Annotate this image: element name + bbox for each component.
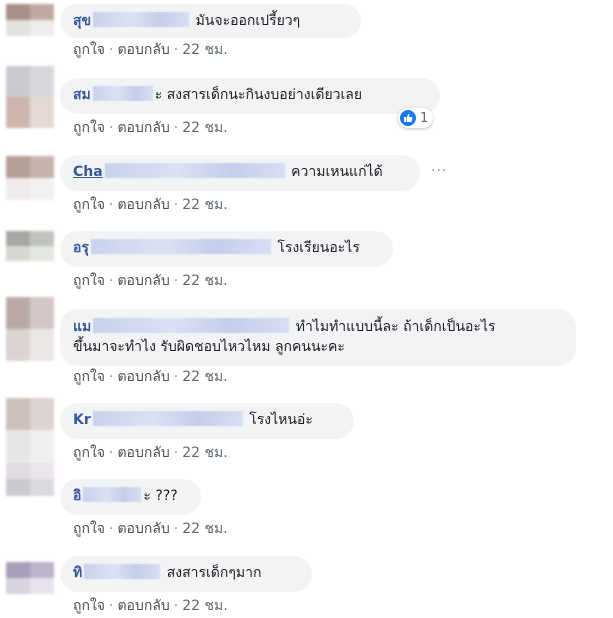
avatar[interactable] bbox=[6, 231, 54, 261]
comment-text: ทำไมทำแบบนี้ละ ถ้าเด็กเป็นอะไร bbox=[295, 319, 496, 335]
timestamp[interactable]: 22 ชม. bbox=[182, 273, 227, 289]
comment-bubble: อรุ โรงเรียนอะไร bbox=[60, 231, 393, 267]
reply-link[interactable]: ตอบกลับ bbox=[117, 42, 169, 58]
commenter-name[interactable]: สุข bbox=[73, 13, 91, 29]
reaction-count[interactable]: 1 bbox=[398, 108, 434, 128]
redacted-name bbox=[92, 86, 153, 101]
commenter-name[interactable]: ทิ bbox=[73, 565, 82, 581]
separator: · bbox=[109, 273, 114, 289]
comment-actions: ถูกใจ · ตอบกลับ · 22 ชม. bbox=[73, 520, 228, 538]
thumbs-up-icon bbox=[400, 110, 416, 126]
like-link[interactable]: ถูกใจ bbox=[73, 42, 105, 58]
like-link[interactable]: ถูกใจ bbox=[73, 197, 105, 213]
redacted-name bbox=[92, 411, 243, 426]
timestamp[interactable]: 22 ชม. bbox=[182, 42, 227, 58]
timestamp[interactable]: 22 ชม. bbox=[182, 598, 227, 614]
commenter-name[interactable]: แม bbox=[73, 319, 91, 335]
separator: · bbox=[173, 369, 179, 385]
avatar[interactable] bbox=[6, 462, 54, 496]
reaction-number: 1 bbox=[420, 110, 429, 126]
avatar[interactable] bbox=[6, 398, 54, 462]
comment-text: โรงไหนอ่ะ bbox=[249, 412, 313, 428]
reply-link[interactable]: ตอบกลับ bbox=[117, 273, 169, 289]
separator: · bbox=[109, 42, 114, 58]
comment-actions: ถูกใจ · ตอบกลับ · 22 ชม. bbox=[73, 272, 228, 290]
timestamp[interactable]: 22 ชม. bbox=[182, 369, 227, 385]
comment-text: ะ สงสารเด็กนะกินงบอย่างเดียวเลย bbox=[154, 87, 363, 103]
commenter-name[interactable]: อิ bbox=[73, 488, 81, 504]
redacted-name bbox=[83, 487, 142, 502]
reply-link[interactable]: ตอบกลับ bbox=[117, 445, 169, 461]
timestamp[interactable]: 22 ชม. bbox=[182, 445, 227, 461]
comment-actions: ถูกใจ · ตอบกลับ · 22 ชม. bbox=[73, 597, 228, 615]
comment-bubble: สม ะ สงสารเด็กนะกินงบอย่างเดียวเลย bbox=[60, 78, 440, 114]
like-link[interactable]: ถูกใจ bbox=[73, 273, 105, 289]
reply-link[interactable]: ตอบกลับ bbox=[117, 197, 169, 213]
separator: · bbox=[109, 445, 114, 461]
redacted-name bbox=[104, 163, 285, 178]
redacted-name bbox=[90, 239, 271, 254]
comment-bubble: Kr โรงไหนอ่ะ bbox=[60, 403, 354, 439]
like-link[interactable]: ถูกใจ bbox=[73, 598, 105, 614]
comment-actions: ถูกใจ · ตอบกลับ · 22 ชม. bbox=[73, 368, 228, 386]
separator: · bbox=[173, 445, 179, 461]
separator: · bbox=[173, 197, 179, 213]
avatar[interactable] bbox=[6, 297, 54, 361]
commenter-name[interactable]: สม bbox=[73, 87, 91, 103]
comment-bubble: Cha ความเหนแก่ได้ bbox=[60, 155, 420, 191]
avatar[interactable] bbox=[6, 66, 54, 128]
reply-link[interactable]: ตอบกลับ bbox=[117, 521, 169, 537]
timestamp[interactable]: 22 ชม. bbox=[182, 521, 227, 537]
comment-text: มันจะออกเปรี้ยวๆ bbox=[195, 13, 301, 29]
redacted-name bbox=[84, 564, 161, 579]
separator: · bbox=[109, 369, 114, 385]
commenter-name[interactable]: Kr bbox=[73, 412, 91, 428]
separator: · bbox=[109, 197, 114, 213]
separator: · bbox=[173, 120, 179, 136]
comment-text-line2: ขึ้นมาจะทำไง รับผิดชอบไหวไหม ลูกคนนะคะ bbox=[73, 339, 345, 355]
separator: · bbox=[109, 598, 114, 614]
timestamp[interactable]: 22 ชม. bbox=[182, 120, 227, 136]
comment-actions: ถูกใจ · ตอบกลับ · 22 ชม. bbox=[73, 119, 228, 137]
separator: · bbox=[173, 42, 179, 58]
reply-link[interactable]: ตอบกลับ bbox=[117, 598, 169, 614]
commenter-name[interactable]: Cha bbox=[73, 164, 103, 180]
comment-actions: ถูกใจ · ตอบกลับ · 22 ชม. bbox=[73, 444, 228, 462]
like-link[interactable]: ถูกใจ bbox=[73, 120, 105, 136]
comment-bubble: แม ทำไมทำแบบนี้ละ ถ้าเด็กเป็นอะไร ขึ้นมา… bbox=[60, 309, 576, 366]
comment-text: ะ ??? bbox=[143, 488, 178, 504]
separator: · bbox=[109, 120, 114, 136]
redacted-name bbox=[93, 12, 190, 27]
comment-bubble: ทิ สงสารเด็กๆมาก bbox=[60, 556, 312, 592]
separator: · bbox=[173, 273, 179, 289]
avatar[interactable] bbox=[6, 4, 54, 36]
comment-text: สงสารเด็กๆมาก bbox=[166, 565, 262, 581]
like-link[interactable]: ถูกใจ bbox=[73, 369, 105, 385]
comment-actions: ถูกใจ · ตอบกลับ · 22 ชม. bbox=[73, 196, 228, 214]
avatar[interactable] bbox=[6, 156, 54, 200]
separator: · bbox=[173, 598, 179, 614]
comment-actions: ถูกใจ · ตอบกลับ · 22 ชม. bbox=[73, 41, 228, 59]
separator: · bbox=[173, 521, 179, 537]
commenter-name[interactable]: อรุ bbox=[73, 240, 89, 256]
like-link[interactable]: ถูกใจ bbox=[73, 445, 105, 461]
timestamp[interactable]: 22 ชม. bbox=[182, 197, 227, 213]
more-options-icon[interactable]: ··· bbox=[431, 163, 447, 179]
like-link[interactable]: ถูกใจ bbox=[73, 521, 105, 537]
reply-link[interactable]: ตอบกลับ bbox=[117, 369, 169, 385]
reply-link[interactable]: ตอบกลับ bbox=[117, 120, 169, 136]
comment-bubble: สุข มันจะออกเปรี้ยวๆ bbox=[60, 4, 361, 38]
redacted-name bbox=[93, 318, 290, 333]
separator: · bbox=[109, 521, 114, 537]
comment-text: โรงเรียนอะไร bbox=[277, 240, 360, 256]
avatar[interactable] bbox=[6, 562, 54, 594]
comment-bubble: อิ ะ ??? bbox=[60, 479, 201, 515]
comment-text: ความเหนแก่ได้ bbox=[291, 164, 383, 180]
